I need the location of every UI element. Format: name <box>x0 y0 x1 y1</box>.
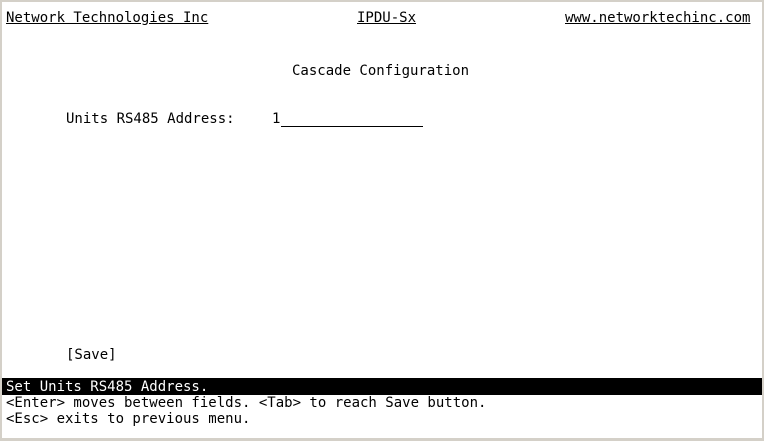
rs485-address-field-underline[interactable] <box>285 126 423 127</box>
save-button[interactable]: [Save] <box>66 347 117 363</box>
status-message: Set Units RS485 Address. <box>6 379 209 395</box>
header-product: IPDU-Sx <box>357 10 417 26</box>
terminal-window: Network Technologies Inc IPDU-Sx www.net… <box>0 0 764 441</box>
header-company: Network Technologies Inc <box>6 10 209 26</box>
help-line-1: <Enter> moves between fields. <Tab> to r… <box>6 395 487 411</box>
rs485-address-label: Units RS485 Address: <box>66 111 235 127</box>
header-website: www.networktechinc.com <box>565 10 751 26</box>
terminal-screen: Network Technologies Inc IPDU-Sx www.net… <box>2 2 762 438</box>
status-bar: Set Units RS485 Address. <box>2 378 762 395</box>
rs485-address-field[interactable]: 1 <box>272 111 280 127</box>
help-line-2: <Esc> exits to previous menu. <box>6 411 251 427</box>
page-title: Cascade Configuration <box>292 63 470 79</box>
